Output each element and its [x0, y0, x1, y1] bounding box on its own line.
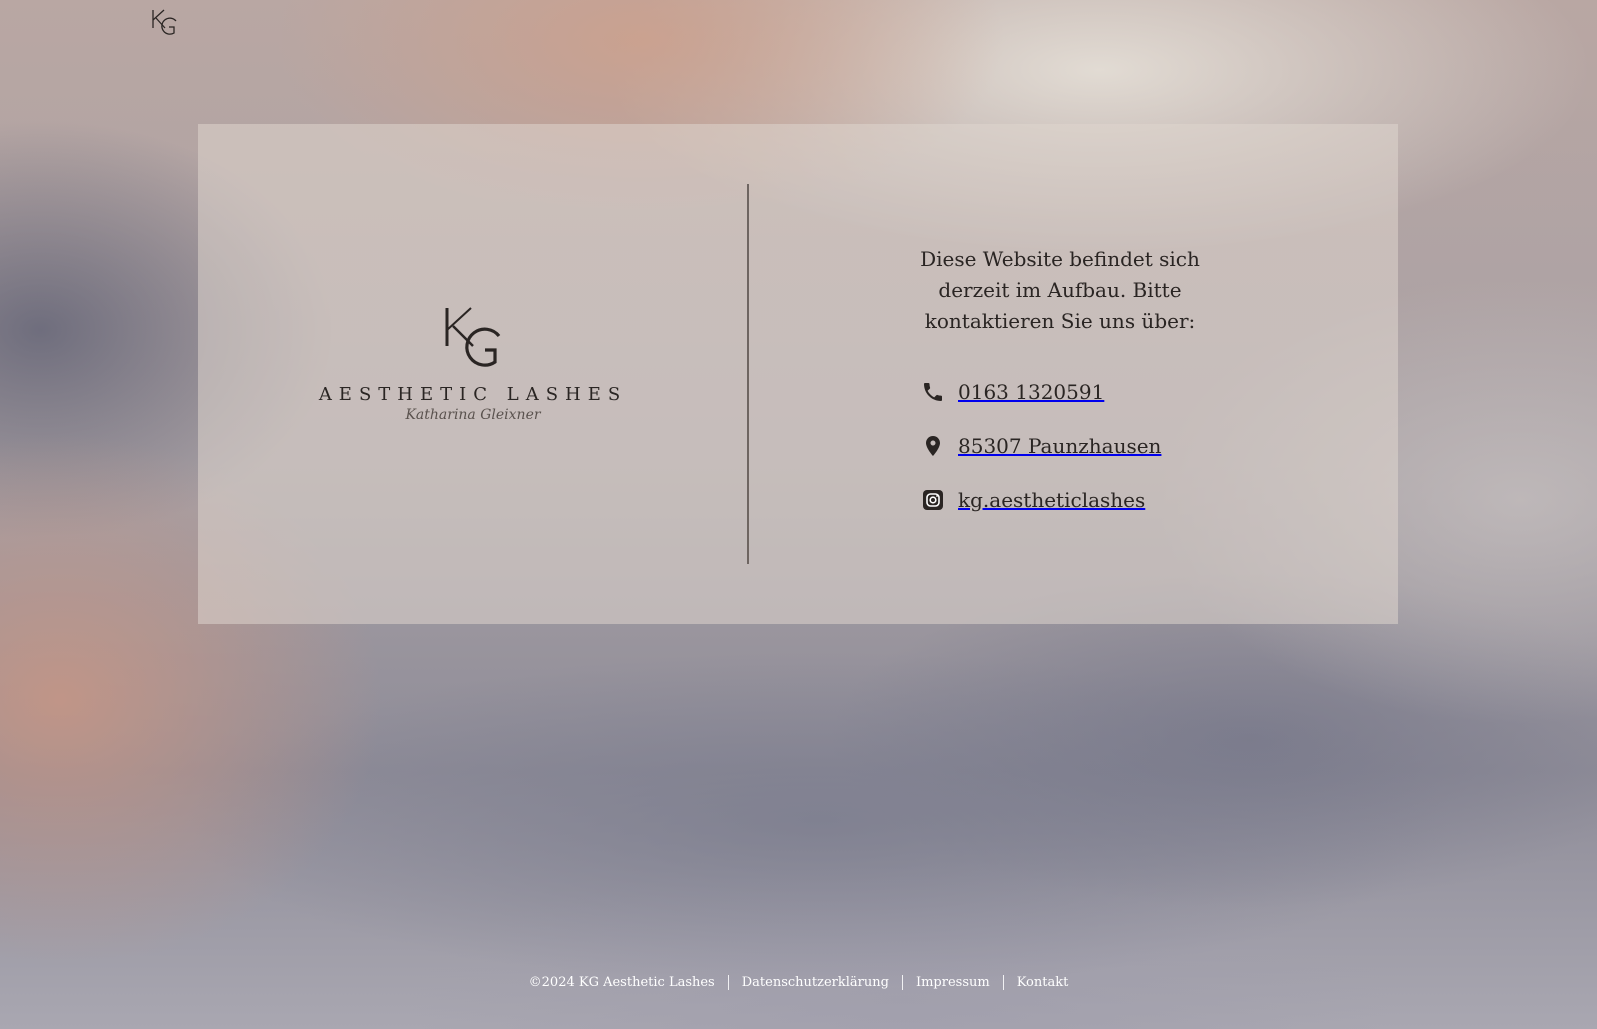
contact-instagram-text: kg.aestheticlashes [958, 488, 1146, 512]
content-card: AESTHETIC LASHES Katharina Gleixner Dies… [198, 124, 1398, 624]
instagram-icon [920, 487, 946, 513]
footer-link-kontakt[interactable]: Kontakt [1004, 975, 1082, 990]
brand-name: AESTHETIC LASHES [318, 384, 628, 405]
footer: ©2024 KG Aesthetic Lashes Datenschutzerk… [0, 975, 1597, 990]
contact-instagram[interactable]: kg.aestheticlashes [920, 482, 1161, 518]
kg-monogram-icon [152, 9, 177, 35]
brand-signature: Katharina Gleixner [405, 407, 541, 423]
vertical-divider [747, 184, 749, 564]
contact-list: 0163 1320591 85307 Paunzhausen kg.aesthe… [920, 374, 1161, 536]
contact-location-text: 85307 Paunzhausen [958, 434, 1162, 458]
footer-copyright: ©2024 KG Aesthetic Lashes [528, 975, 715, 990]
construction-message: Diese Website befindet sich derzeit im A… [920, 247, 1200, 333]
kg-logo-mark [445, 307, 501, 367]
contact-phone[interactable]: 0163 1320591 [920, 374, 1161, 410]
header-logo-link[interactable] [150, 6, 180, 38]
contact-phone-text: 0163 1320591 [958, 380, 1105, 404]
footer-link-datenschutz[interactable]: Datenschutzerklärung [729, 975, 902, 990]
brand-logo: AESTHETIC LASHES Katharina Gleixner [318, 302, 628, 423]
phone-icon [920, 379, 946, 405]
location-pin-icon [920, 433, 946, 459]
contact-location[interactable]: 85307 Paunzhausen [920, 428, 1161, 464]
footer-link-impressum[interactable]: Impressum [903, 975, 1003, 990]
